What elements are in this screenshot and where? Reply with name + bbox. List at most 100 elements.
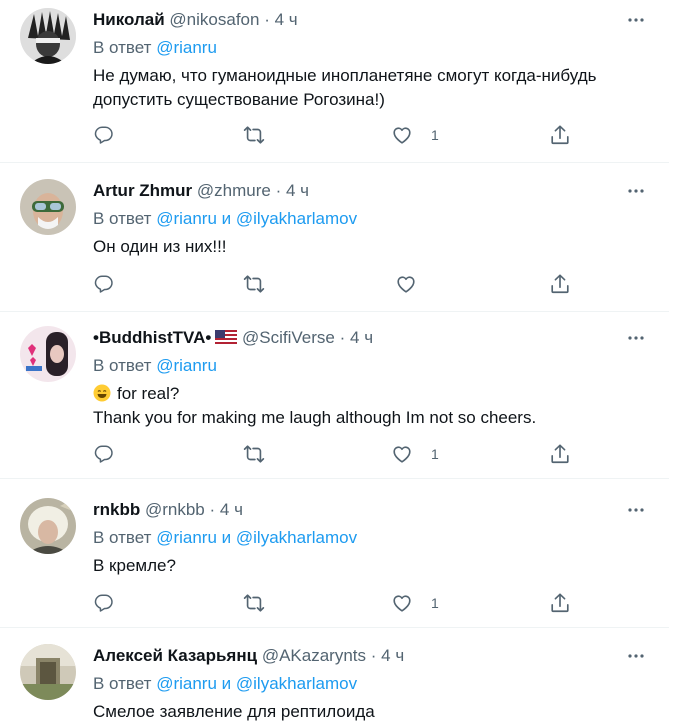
like-count: 1 (431, 127, 439, 143)
us-flag-icon (215, 330, 238, 345)
user-handle[interactable]: @AKazarynts (262, 646, 366, 665)
tweet-header: Алексей Казарьянц @AKazarynts · 4 ч (93, 645, 404, 667)
separator-dot: · (264, 10, 270, 29)
mention-joiner: и (221, 674, 232, 693)
tweet-header: rnkbb @rnkbb · 4 ч (93, 499, 243, 521)
separator-dot: · (275, 181, 282, 200)
reply-button[interactable] (93, 442, 115, 466)
retweet-button[interactable] (243, 591, 265, 615)
tweet[interactable]: Artur Zhmur @zhmure · 4 ч В ответ @rianr… (0, 171, 669, 312)
action-bar: 1 (93, 442, 583, 466)
reply-prefix: В ответ (93, 674, 152, 693)
heart-icon (393, 446, 411, 463)
avatar[interactable] (20, 8, 76, 64)
share-icon (551, 274, 569, 294)
separator-dot: · (209, 500, 216, 519)
user-handle[interactable]: @zhmure (197, 181, 271, 200)
more-icon[interactable] (627, 329, 645, 347)
separator-dot: · (339, 328, 346, 347)
more-icon[interactable] (627, 501, 645, 519)
action-bar (93, 272, 583, 296)
reply-context: В ответ @rianru (93, 37, 217, 59)
tweet[interactable]: Алексей Казарьянц @AKazarynts · 4 ч В от… (0, 636, 669, 722)
avatar[interactable] (20, 498, 76, 554)
share-icon (551, 593, 569, 613)
share-button[interactable] (549, 442, 571, 466)
share-button[interactable] (549, 123, 571, 147)
reply-prefix: В ответ (93, 209, 152, 228)
mention-link[interactable]: @rianru (156, 38, 217, 57)
separator-dot: · (370, 646, 377, 665)
mention-link[interactable]: @rianru (156, 674, 217, 693)
reply-prefix: В ответ (93, 356, 152, 375)
retweet-icon (243, 275, 265, 293)
like-button[interactable]: 1 (391, 591, 439, 615)
mention-link[interactable]: @ilyakharlamov (236, 209, 357, 228)
reply-button[interactable] (93, 272, 115, 296)
display-name[interactable]: •BuddhistTVA• (93, 328, 211, 347)
mention-link[interactable]: @rianru (156, 356, 217, 375)
share-button[interactable] (549, 591, 571, 615)
display-name[interactable]: Алексей Казарьянц (93, 646, 257, 665)
like-button[interactable] (395, 272, 417, 296)
like-button[interactable]: 1 (391, 123, 439, 147)
tweet-text: Не думаю, что гуманоидные инопланетяне с… (93, 66, 597, 109)
retweet-button[interactable] (243, 442, 265, 466)
tweet-text-line: Thank you for making me laugh although I… (93, 408, 537, 427)
tweet-header: •BuddhistTVA• @ScifiVerse · 4 ч (93, 327, 373, 349)
reply-context: В ответ @rianru и @ilyakharlamov (93, 208, 357, 230)
tweet[interactable]: rnkbb @rnkbb · 4 ч В ответ @rianru и @il… (0, 490, 669, 628)
mention-joiner: и (221, 528, 232, 547)
tweet[interactable]: Николай @nikosafon · 4 ч В ответ @rianru… (0, 0, 669, 163)
heart-icon (393, 595, 411, 612)
timestamp[interactable]: 4 ч (381, 646, 404, 665)
timestamp[interactable]: 4 ч (286, 181, 309, 200)
reply-icon (94, 126, 113, 144)
retweet-icon (243, 445, 265, 463)
display-name[interactable]: rnkbb (93, 500, 140, 519)
mention-link[interactable]: @ilyakharlamov (236, 674, 357, 693)
user-handle[interactable]: @ScifiVerse (242, 328, 335, 347)
user-handle[interactable]: @rnkbb (145, 500, 205, 519)
tweet-header: Artur Zhmur @zhmure · 4 ч (93, 180, 309, 202)
avatar[interactable] (20, 644, 76, 700)
avatar[interactable] (20, 326, 76, 382)
action-bar: 1 (93, 591, 583, 615)
share-button[interactable] (549, 272, 571, 296)
heart-icon (393, 127, 411, 144)
reply-context: В ответ @rianru (93, 355, 217, 377)
retweet-icon (243, 126, 265, 144)
tweet-text-line: for real? (93, 382, 613, 406)
tweet-text-part: for real? (117, 384, 180, 403)
more-icon[interactable] (627, 11, 645, 29)
mention-link[interactable]: @rianru (156, 209, 217, 228)
like-button[interactable]: 1 (391, 442, 439, 466)
tweet-text: for real? Thank you for making me laugh … (93, 382, 613, 430)
share-icon (551, 125, 569, 145)
reply-button[interactable] (93, 591, 115, 615)
mention-joiner: и (221, 209, 232, 228)
display-name[interactable]: Artur Zhmur (93, 181, 192, 200)
reply-button[interactable] (93, 123, 115, 147)
mention-link[interactable]: @rianru (156, 528, 217, 547)
reply-feed: Николай @nikosafon · 4 ч В ответ @rianru… (0, 0, 681, 722)
timestamp[interactable]: 4 ч (220, 500, 243, 519)
reply-prefix: В ответ (93, 38, 152, 57)
tweet[interactable]: •BuddhistTVA• @ScifiVerse · 4 ч В ответ … (0, 318, 669, 479)
heart-icon (397, 276, 415, 293)
display-name[interactable]: Николай (93, 10, 165, 29)
more-icon[interactable] (627, 647, 645, 665)
avatar[interactable] (20, 179, 76, 235)
timestamp[interactable]: 4 ч (350, 328, 373, 347)
more-icon[interactable] (627, 182, 645, 200)
reply-icon (94, 594, 113, 612)
retweet-button[interactable] (243, 123, 265, 147)
timestamp[interactable]: 4 ч (275, 10, 298, 29)
like-count: 1 (431, 595, 439, 611)
tweet-text: Смелое заявление для рептилоида (93, 702, 375, 721)
user-handle[interactable]: @nikosafon (169, 10, 259, 29)
mention-link[interactable]: @ilyakharlamov (236, 528, 357, 547)
reply-icon (94, 445, 113, 463)
retweet-button[interactable] (243, 272, 265, 296)
reply-prefix: В ответ (93, 528, 152, 547)
